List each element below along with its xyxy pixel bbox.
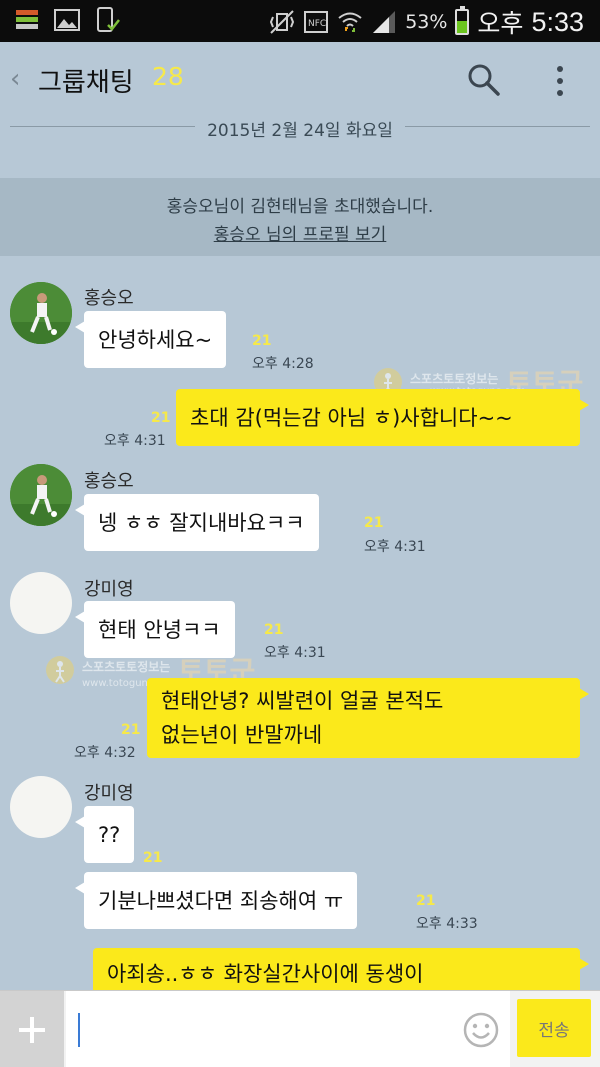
avatar[interactable]: [10, 572, 72, 634]
more-vert-icon[interactable]: [552, 64, 568, 98]
view-profile-link[interactable]: 홍승오 님의 프로필 보기: [214, 225, 387, 245]
message-line: 현태안녕? 씨발련이 얼굴 본적도: [161, 689, 444, 713]
my-message-bubble[interactable]: 현태안녕? 씨발련이 얼굴 본적도 없는년이 반말까네: [147, 678, 589, 758]
member-count: 28: [152, 62, 184, 91]
message-bubble[interactable]: 넹 ㅎㅎ 잘지내바요ㅋㅋ: [75, 494, 319, 551]
message-input-bar: 전송: [0, 990, 600, 1067]
avatar[interactable]: [10, 464, 72, 526]
battery-percent: 53%: [405, 11, 448, 33]
message-bubble[interactable]: 기분나쁘셨다면 죄송해여 ㅠ: [74, 872, 358, 929]
soccer-player-photo: [10, 282, 72, 344]
soccer-player-photo: [10, 464, 72, 526]
search-icon[interactable]: [466, 62, 502, 98]
clock-ampm: 오후: [477, 9, 524, 38]
message-time: 오후 4:31: [364, 539, 426, 555]
phone-check-icon: [97, 7, 120, 32]
signal-icon: [373, 11, 396, 33]
sender-name: 강미영: [84, 783, 134, 804]
wifi-icon: [338, 12, 362, 32]
message-line: 없는년이 반말까네: [161, 723, 323, 747]
avatar[interactable]: [10, 776, 72, 838]
image-icon: [54, 9, 80, 31]
chevron-left-icon[interactable]: ‹: [10, 64, 20, 94]
smiley-icon[interactable]: [462, 1011, 500, 1049]
nfc-icon: NFC: [304, 11, 329, 33]
send-button[interactable]: 전송: [517, 999, 591, 1057]
unread-count: 21: [264, 622, 284, 638]
message-time: 오후 4:28: [252, 356, 314, 372]
battery-icon: [455, 6, 470, 35]
date-label: 2015년 2월 24일 화요일: [195, 121, 405, 141]
message-time: 오후 4:31: [104, 433, 166, 449]
sender-name: 홍승오: [84, 288, 134, 309]
vibrate-icon: [270, 10, 295, 34]
unread-count: 21: [252, 333, 272, 349]
message-time: 오후 4:32: [74, 745, 136, 761]
message-bubble[interactable]: ??: [74, 806, 135, 863]
status-bar: NFC 53% 오후 5:33: [0, 0, 600, 42]
invite-notice-text: 홍승오님이 김현태님을 초대했습니다.: [166, 197, 434, 217]
clock-time: 5:33: [531, 6, 584, 37]
chat-header: ‹ 그룹채팅 28: [0, 42, 600, 116]
sender-name: 강미영: [84, 579, 134, 600]
unread-count: 21: [143, 850, 163, 866]
attach-button[interactable]: [0, 991, 64, 1067]
svg-text:NFC: NFC: [308, 19, 326, 29]
layers-icon: [16, 10, 38, 29]
my-message-bubble[interactable]: 초대 감(먹는감 아님 ㅎ)사합니다~~: [176, 389, 589, 446]
avatar[interactable]: [10, 282, 72, 344]
unread-count: 21: [416, 893, 436, 909]
text-cursor: [78, 1013, 80, 1047]
message-time: 오후 4:33: [416, 916, 478, 932]
date-divider: 2015년 2월 24일 화요일: [0, 114, 600, 142]
message-bubble[interactable]: 안녕하세요~: [74, 311, 227, 368]
sender-name: 홍승오: [84, 471, 134, 492]
message-input[interactable]: [66, 991, 510, 1067]
message-time: 오후 4:31: [264, 645, 326, 661]
unread-count: 21: [364, 515, 384, 531]
chat-title: 그룹채팅: [38, 68, 134, 98]
watermark-logo-icon: [46, 656, 74, 684]
unread-count: 21: [121, 722, 141, 738]
system-notice: 홍승오님이 김현태님을 초대했습니다. 홍승오 님의 프로필 보기: [0, 178, 600, 256]
plus-icon: [19, 1016, 45, 1043]
unread-count: 21: [151, 410, 171, 426]
